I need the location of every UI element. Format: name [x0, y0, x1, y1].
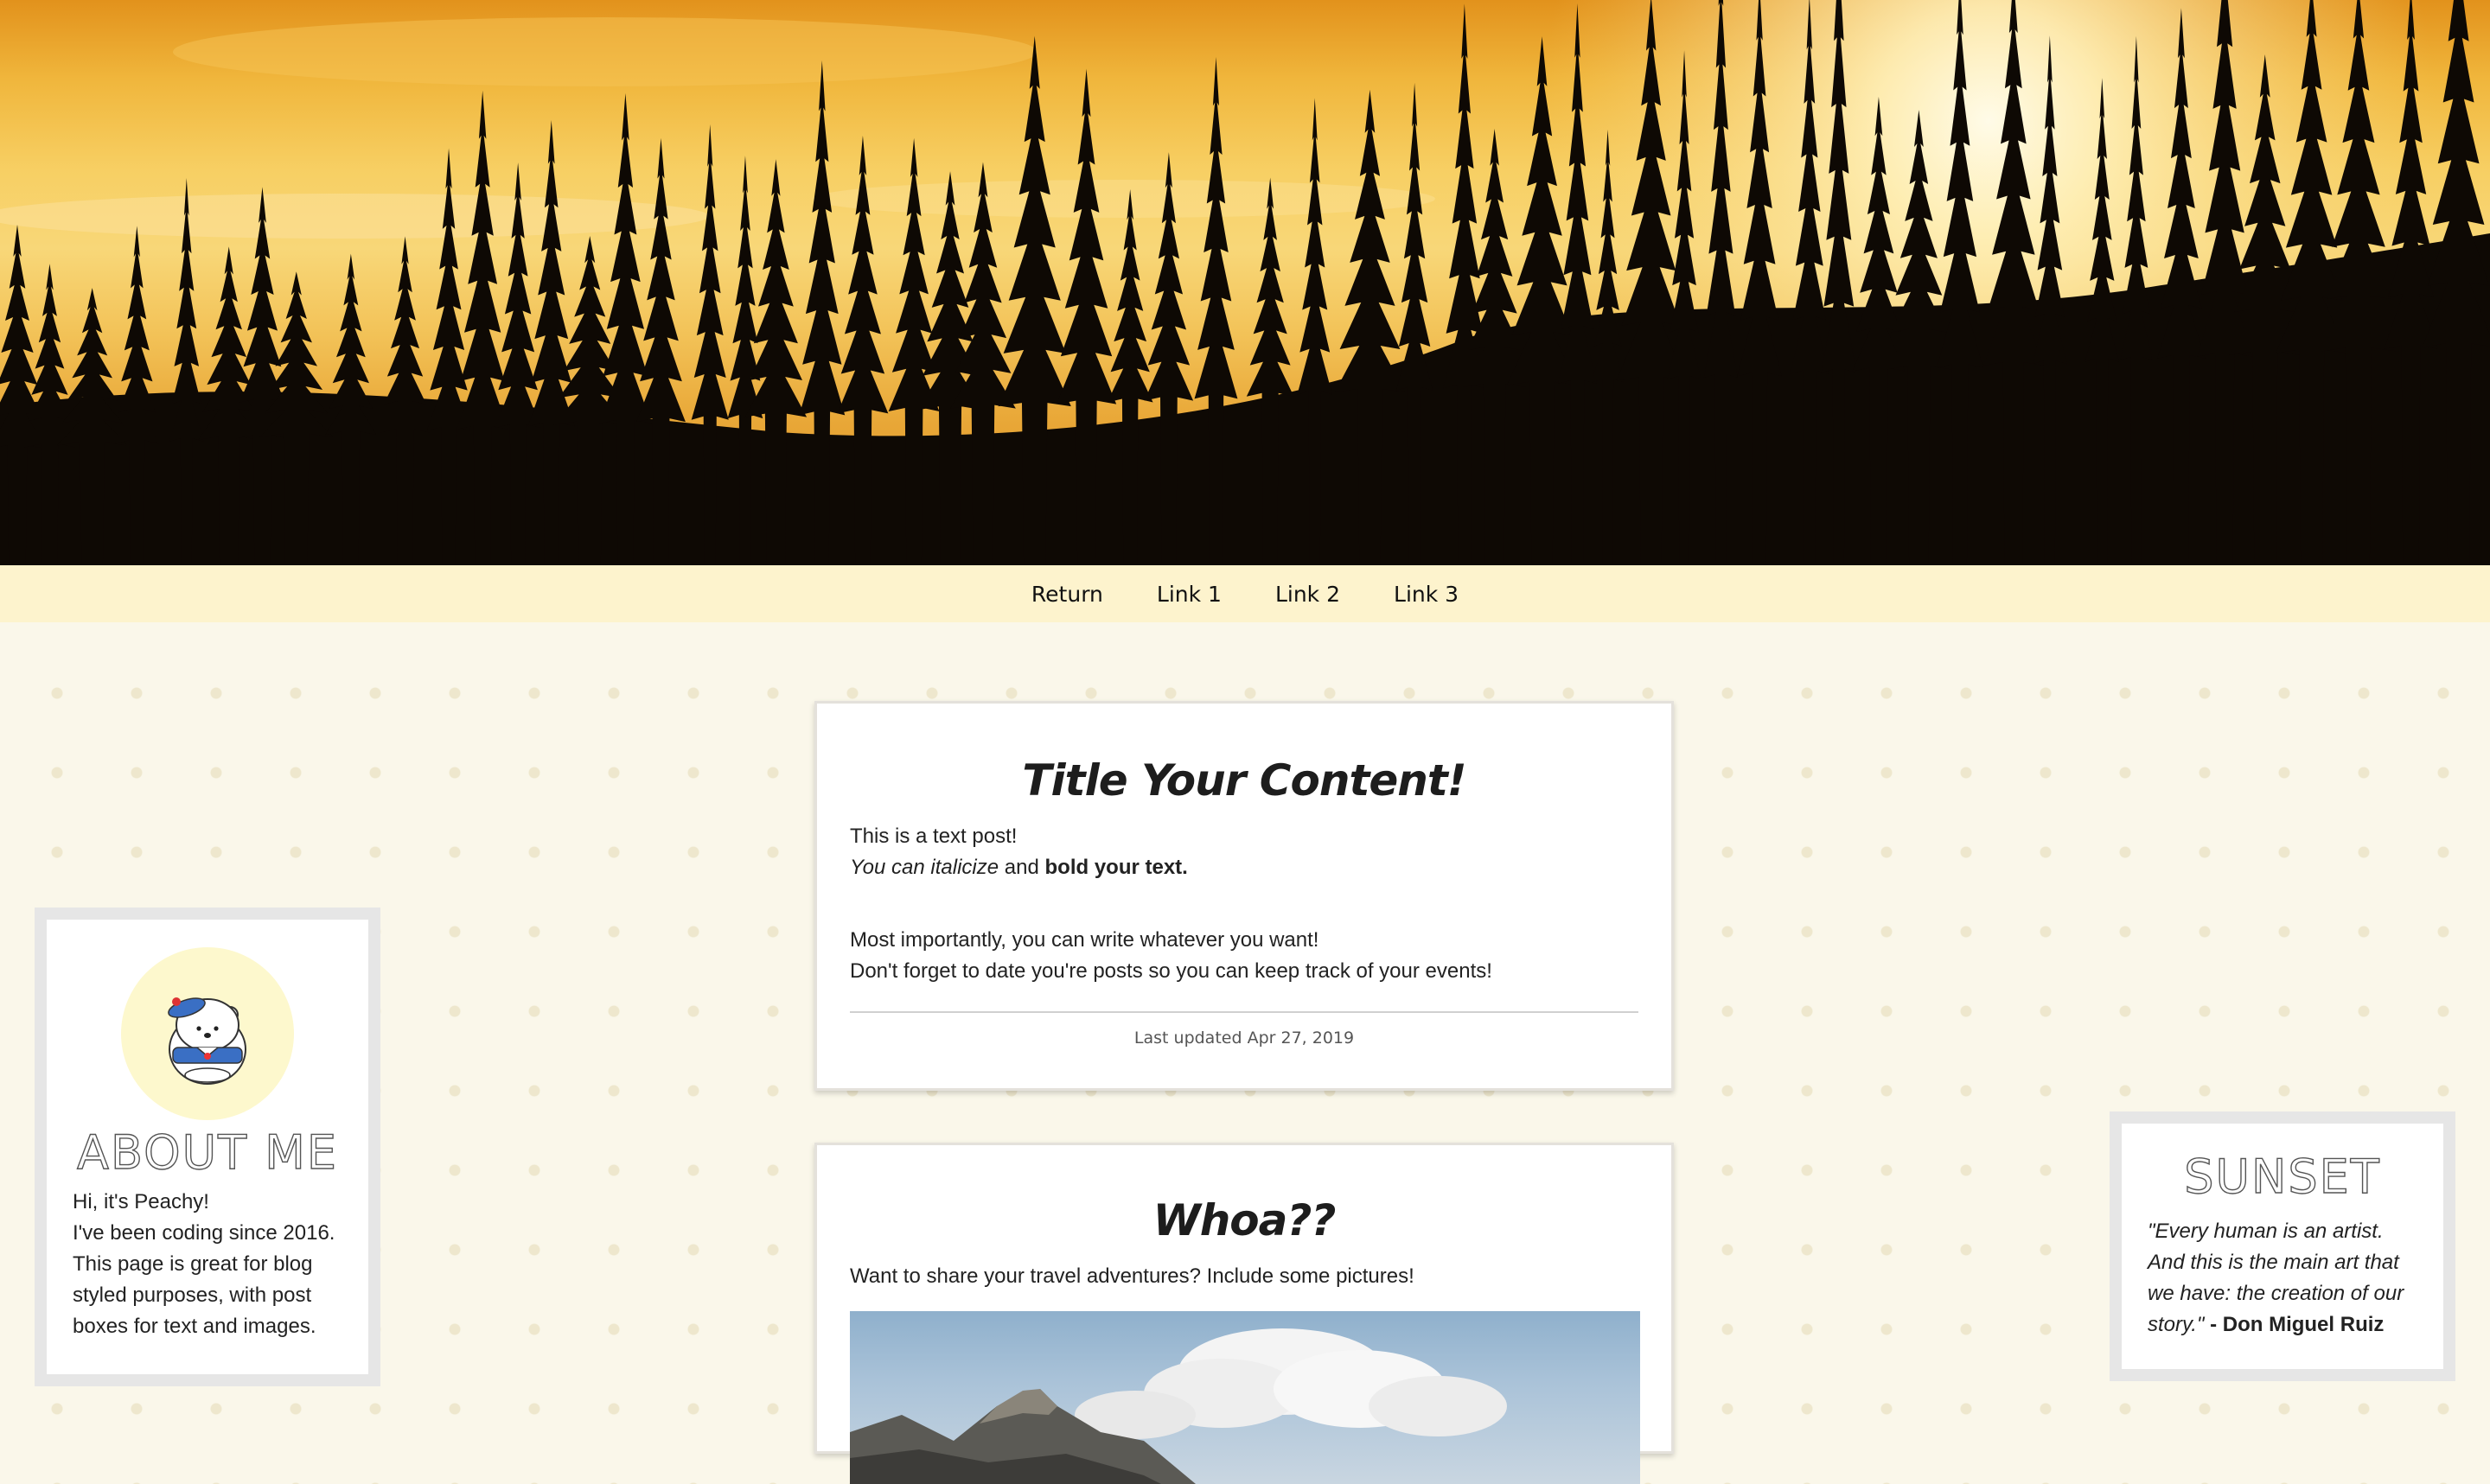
quote-line: we have: the creation of our: [2148, 1282, 2404, 1305]
about-line: styled purposes, with post: [73, 1283, 312, 1307]
nav-link-1[interactable]: Link 1: [1157, 582, 1222, 607]
post-line: This is a text post!: [850, 825, 1018, 848]
sunset-quote-box: SUNSET "Every human is an artist. And th…: [2110, 1111, 2455, 1381]
sunset-quote: "Every human is an artist. And this is t…: [2148, 1216, 2417, 1341]
post-line: Don't forget to date you're posts so you…: [850, 959, 1492, 983]
post-card-text: Title Your Content! This is a text post!…: [814, 701, 1674, 1091]
nav-link-2[interactable]: Link 2: [1275, 582, 1340, 607]
sunset-heading: SUNSET: [2184, 1149, 2381, 1204]
post-line: Most importantly, you can write whatever…: [850, 928, 1319, 952]
post-title: Title Your Content!: [1022, 755, 1466, 806]
about-text: Hi, it's Peachy! I've been coding since …: [73, 1187, 342, 1342]
post-title: Whoa??: [1152, 1195, 1337, 1245]
header-banner-image: [0, 0, 2490, 565]
bear-mascot-icon: [168, 997, 246, 1085]
post-body: Most importantly, you can write whatever…: [850, 925, 1638, 987]
about-line: boxes for text and images.: [73, 1315, 316, 1338]
post-body: This is a text post! You can italicize a…: [850, 821, 1638, 883]
italic-text: You can italicize: [850, 856, 999, 879]
about-heading: ABOUT ME: [76, 1124, 338, 1180]
post-body: Want to share your travel adventures? In…: [850, 1264, 1414, 1288]
post-timestamp: Last updated Apr 27, 2019: [1133, 1029, 1355, 1048]
quote-author: - Don Miguel Ruiz: [2204, 1313, 2385, 1336]
about-me-box: ABOUT ME Hi, it's Peachy! I've been codi…: [35, 908, 380, 1386]
post-divider: [850, 1011, 1638, 1013]
quote-line: And this is the main art that: [2148, 1251, 2399, 1274]
top-nav: Return Link 1 Link 2 Link 3: [0, 565, 2490, 622]
nav-link-3[interactable]: Link 3: [1394, 582, 1459, 607]
quote-line: "Every human is an artist.: [2148, 1220, 2384, 1243]
quote-line: story.": [2148, 1313, 2205, 1336]
post-photo-mountain: [850, 1311, 1640, 1484]
about-line: This page is great for blog: [73, 1252, 313, 1276]
about-line: Hi, it's Peachy!: [73, 1190, 209, 1213]
avatar: [121, 947, 294, 1120]
post-card-photo: Whoa?? Want to share your travel adventu…: [814, 1143, 1674, 1484]
bold-text: bold your text.: [1044, 856, 1188, 879]
about-line: I've been coding since 2016.: [73, 1221, 335, 1245]
nav-link-return[interactable]: Return: [1031, 582, 1103, 607]
connector-text: and: [999, 856, 1045, 879]
